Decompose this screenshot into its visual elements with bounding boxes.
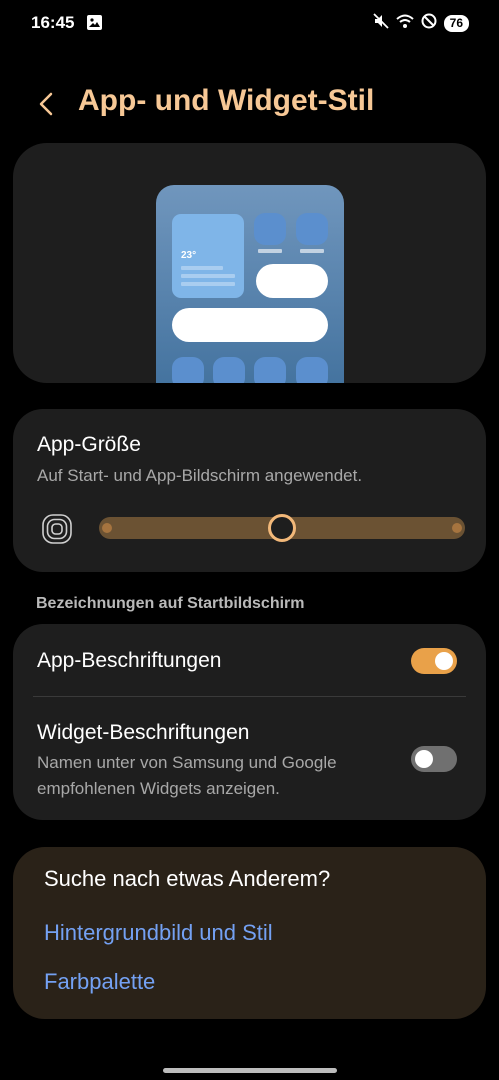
app-icon-preview (296, 213, 328, 245)
app-labels-toggle[interactable] (411, 648, 457, 674)
app-icon-preview (172, 357, 204, 383)
app-size-subtitle: Auf Start- und App-Bildschirm angewendet… (37, 466, 363, 485)
do-not-disturb-icon (421, 13, 437, 34)
widget-line (181, 266, 223, 270)
app-size-card: App-Größe Auf Start- und App-Bildschirm … (13, 409, 486, 572)
app-icon-preview (254, 213, 286, 245)
toggle-knob (435, 652, 453, 670)
slider-step (102, 523, 112, 533)
app-icon-preview (296, 357, 328, 383)
page-title: App- und Widget-Stil (78, 84, 375, 117)
app-size-icon (41, 513, 73, 545)
toggle-knob (415, 750, 433, 768)
page-header: App- und Widget-Stil (0, 82, 499, 126)
app-labels-title: App-Beschriftungen (37, 649, 222, 672)
chevron-left-icon (39, 92, 53, 116)
wifi-icon (395, 13, 414, 34)
labels-card: App-Beschriftungen Widget-Beschriftungen… (13, 624, 486, 820)
suggestions-card: Suche nach etwas Anderem? Hintergrundbil… (13, 847, 486, 1019)
widget-line (181, 274, 235, 278)
battery-icon: 76 (443, 14, 469, 32)
app-label-preview (300, 249, 324, 253)
slider-step (452, 523, 462, 533)
widget-pill-preview (256, 264, 328, 298)
status-time: 16:45 (31, 13, 75, 32)
status-bar: 16:45 76 (0, 0, 499, 46)
gallery-icon (87, 15, 102, 30)
weather-widget-preview: 23° (172, 214, 244, 298)
app-size-title: App-Größe (37, 433, 141, 456)
mute-icon (373, 12, 389, 34)
navigation-handle[interactable] (163, 1068, 337, 1073)
app-labels-row[interactable]: App-Beschriftungen (13, 624, 486, 696)
widget-labels-toggle[interactable] (411, 746, 457, 772)
wallpaper-style-link[interactable]: Hintergrundbild und Stil (44, 920, 273, 946)
slider-thumb[interactable] (268, 514, 296, 542)
style-preview: 23° (13, 143, 486, 383)
search-bar-preview (172, 308, 328, 342)
suggestions-title: Suche nach etwas Anderem? (44, 866, 331, 891)
weather-temp: 23° (181, 250, 197, 261)
app-label-preview (258, 249, 282, 253)
labels-section-header: Bezeichnungen auf Startbildschirm (36, 595, 305, 612)
app-size-slider[interactable] (99, 514, 465, 542)
widget-labels-title: Widget-Beschriftungen (37, 721, 250, 744)
widget-labels-row[interactable]: Widget-Beschriftungen Namen unter von Sa… (13, 697, 486, 820)
widget-labels-subtitle: Namen unter von Samsung und Google empfo… (37, 753, 337, 798)
home-screen-preview: 23° (156, 185, 344, 383)
app-icon-preview (254, 357, 286, 383)
app-icon-preview (213, 357, 245, 383)
color-palette-link[interactable]: Farbpalette (44, 969, 155, 995)
back-button[interactable] (32, 86, 64, 122)
widget-line (181, 282, 235, 286)
